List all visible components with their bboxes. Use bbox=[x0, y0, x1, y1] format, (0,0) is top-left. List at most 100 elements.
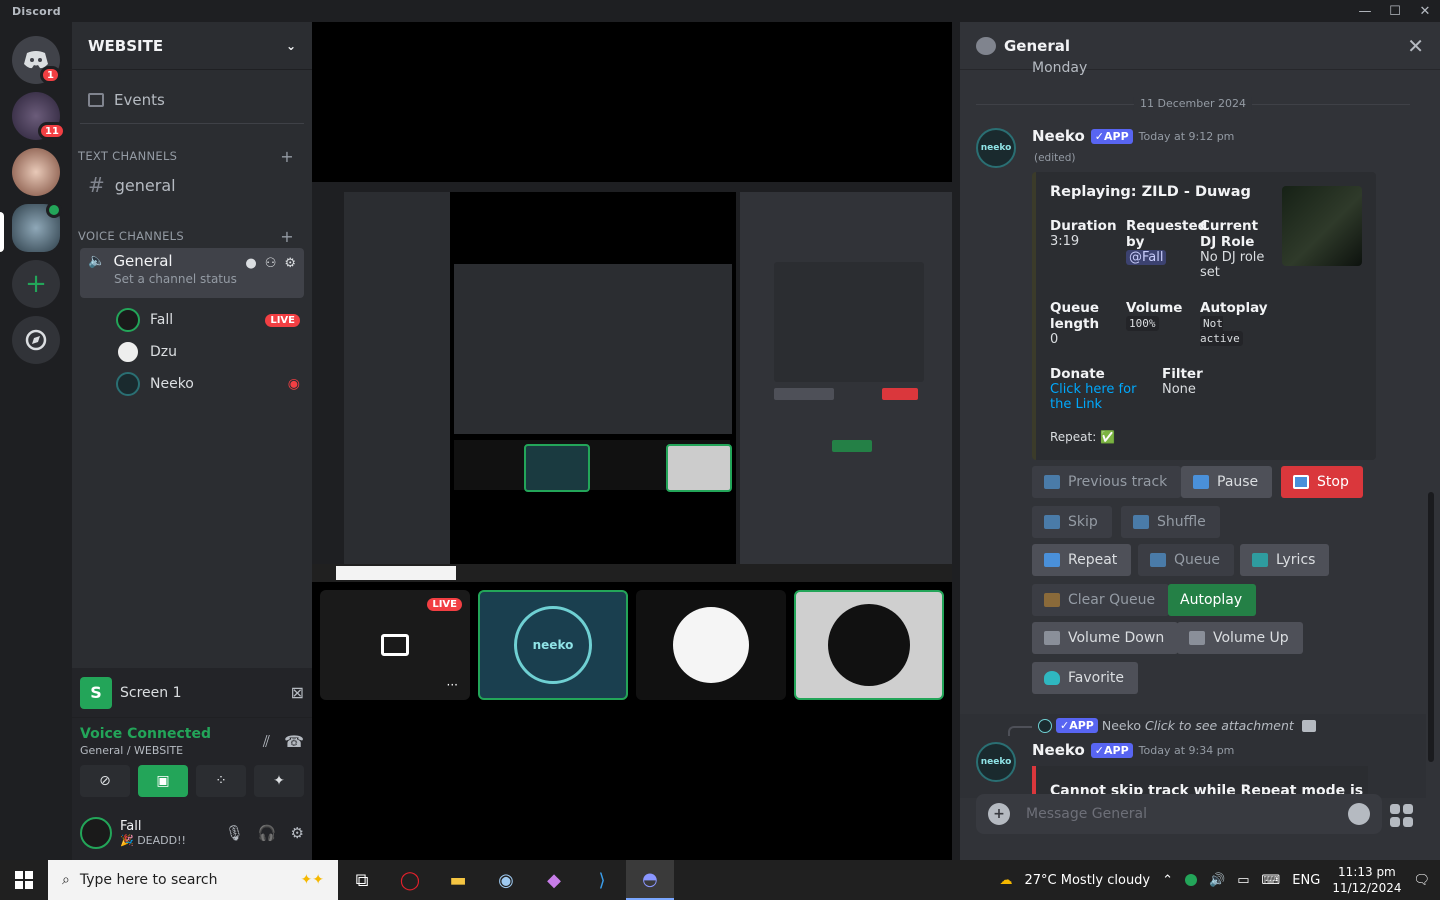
more-options-icon[interactable]: ··· bbox=[447, 678, 458, 692]
invite-icon[interactable]: ⚇ bbox=[265, 256, 277, 271]
lyrics-button[interactable]: Lyrics bbox=[1240, 544, 1330, 576]
maximize-button[interactable]: ☐ bbox=[1380, 0, 1410, 22]
channel-status[interactable]: Set a channel status bbox=[114, 272, 296, 286]
volume-icon[interactable]: 🔊 bbox=[1209, 873, 1225, 888]
camera-off-button[interactable]: ⊘ bbox=[80, 765, 130, 797]
message-author[interactable]: Neeko bbox=[1032, 741, 1085, 759]
message-avatar[interactable]: neeko bbox=[976, 742, 1016, 782]
music-embed: Replaying: ZILD - Duwag Duration 3:19 Re… bbox=[1032, 172, 1376, 460]
message-avatar[interactable]: neeko bbox=[976, 128, 1016, 168]
headphones-icon[interactable]: 🎧 bbox=[258, 824, 277, 842]
clear-queue-button[interactable]: Clear Queue bbox=[1032, 584, 1170, 616]
soundboard-button[interactable]: ✦ bbox=[254, 765, 304, 797]
voice-user-neeko[interactable]: Neeko ◉ bbox=[116, 368, 300, 400]
server-icon-anime[interactable] bbox=[12, 148, 60, 196]
chat-scrollbar[interactable] bbox=[1428, 492, 1434, 762]
gear-icon[interactable]: ⚙ bbox=[284, 256, 296, 271]
voice-connected-status[interactable]: Voice Connected bbox=[80, 726, 211, 742]
file-explorer-icon[interactable]: ▬ bbox=[434, 860, 482, 900]
taskbar-search[interactable]: ⌕ Type here to search ✦✦ bbox=[48, 860, 338, 900]
server-icon-website[interactable] bbox=[12, 202, 62, 252]
volume-up-button[interactable]: Volume Up bbox=[1177, 622, 1303, 654]
pause-button[interactable]: Pause bbox=[1181, 466, 1273, 498]
message-author[interactable]: Neeko bbox=[1032, 127, 1085, 145]
events-link[interactable]: Events bbox=[80, 76, 304, 124]
activities-button[interactable]: ⁘ bbox=[196, 765, 246, 797]
stream-tile-fall[interactable]: LIVE ··· bbox=[320, 590, 470, 700]
weather-text[interactable]: 27°C Mostly cloudy bbox=[1025, 873, 1151, 888]
field-title: Autoplay bbox=[1200, 300, 1268, 316]
reply-preview[interactable]: ✓APP Neeko Click to see attachment bbox=[1038, 718, 1316, 733]
stream-video[interactable] bbox=[312, 182, 952, 582]
voice-user-fall[interactable]: Fall LIVE bbox=[116, 304, 300, 336]
date-divider-label: 11 December 2024 bbox=[1133, 97, 1253, 110]
voice-channel-general[interactable]: 🔈 General Set a channel status ● ⚇ ⚙ bbox=[80, 248, 304, 298]
autoplay-button[interactable]: Autoplay bbox=[1168, 584, 1257, 616]
close-window-button[interactable]: ✕ bbox=[1410, 0, 1440, 22]
chat-bubble-icon[interactable]: ● bbox=[245, 256, 256, 271]
add-attachment-icon[interactable]: + bbox=[988, 803, 1010, 825]
start-button[interactable] bbox=[0, 860, 48, 900]
field-title: Current DJ Role bbox=[1200, 218, 1259, 250]
apps-icon[interactable] bbox=[1390, 804, 1413, 827]
speaker-icon: 🔈 bbox=[88, 253, 106, 269]
field-title: Queue length bbox=[1050, 300, 1100, 332]
favorite-button[interactable]: Favorite bbox=[1032, 662, 1138, 694]
add-channel-icon[interactable]: + bbox=[280, 227, 294, 246]
explore-servers-button[interactable] bbox=[12, 316, 60, 364]
direct-messages-button[interactable]: 1 bbox=[12, 36, 61, 84]
screen-share-icon bbox=[381, 634, 409, 656]
user-mention[interactable]: @Fall bbox=[1126, 250, 1167, 265]
voice-user-dzu[interactable]: Dzu bbox=[116, 336, 300, 368]
minimize-button[interactable]: — bbox=[1350, 0, 1380, 22]
stream-tile-neeko[interactable]: neeko bbox=[478, 590, 628, 700]
opera-icon[interactable]: ◯ bbox=[386, 860, 434, 900]
language-indicator[interactable]: ENG bbox=[1292, 873, 1320, 888]
stop-stream-icon[interactable]: ⊠ bbox=[291, 683, 304, 702]
microphone-icon[interactable]: 🎙 bbox=[225, 824, 244, 842]
queue-button[interactable]: Queue bbox=[1138, 544, 1234, 576]
discord-taskbar-icon[interactable]: ◓ bbox=[626, 860, 674, 900]
emoji-icon[interactable] bbox=[1348, 803, 1370, 825]
window-titlebar: Discord — ☐ ✕ bbox=[0, 0, 1440, 22]
previous-track-button[interactable]: Previous track bbox=[1032, 466, 1182, 498]
steam-icon[interactable]: ◉ bbox=[482, 860, 530, 900]
clock[interactable]: 11:13 pm 11/12/2024 bbox=[1332, 864, 1401, 896]
weather-icon[interactable]: ☁ bbox=[1000, 873, 1013, 888]
add-channel-icon[interactable]: + bbox=[280, 147, 294, 166]
channel-general[interactable]: # general bbox=[80, 168, 304, 202]
chevron-up-icon[interactable]: ⌃ bbox=[1162, 873, 1173, 888]
stream-tile-dzu[interactable] bbox=[636, 590, 786, 700]
disconnect-icon[interactable]: ☎ bbox=[284, 732, 304, 757]
server-icon-group[interactable]: 11 bbox=[12, 92, 66, 140]
add-server-icon[interactable]: + bbox=[12, 260, 60, 308]
stream-stage[interactable]: LIVE ··· neeko bbox=[312, 22, 952, 860]
track-thumbnail[interactable] bbox=[1282, 186, 1362, 266]
shuffle-button[interactable]: Shuffle bbox=[1121, 506, 1220, 538]
copilot-icon[interactable]: ◆ bbox=[530, 860, 578, 900]
task-view-icon[interactable]: ⧉ bbox=[338, 860, 386, 900]
gear-icon[interactable]: ⚙ bbox=[291, 824, 304, 842]
close-icon[interactable]: ✕ bbox=[1407, 34, 1424, 58]
donate-link[interactable]: Click here for the Link bbox=[1050, 382, 1158, 412]
notification-icon[interactable]: 🗨 bbox=[1413, 873, 1430, 888]
guild-header[interactable]: WEBSITE ⌄ bbox=[72, 22, 312, 70]
voice-channels-category[interactable]: VOICE CHANNELS + bbox=[72, 224, 312, 248]
field-value: 3:19 bbox=[1050, 234, 1080, 249]
noise-suppression-icon[interactable]: ⫽ bbox=[263, 732, 270, 757]
screen-name: Screen 1 bbox=[120, 684, 182, 701]
message-input[interactable]: + Message General bbox=[976, 794, 1382, 834]
volume-down-button[interactable]: Volume Down bbox=[1032, 622, 1179, 654]
skip-button[interactable]: Skip bbox=[1032, 506, 1112, 538]
screen-share-button[interactable]: ▣ bbox=[138, 765, 188, 797]
network-icon[interactable]: ▭ bbox=[1237, 873, 1249, 888]
user-avatar[interactable] bbox=[80, 817, 112, 849]
stream-tile-user4[interactable] bbox=[794, 590, 944, 700]
dzu-avatar bbox=[673, 607, 749, 683]
repeat-button[interactable]: Repeat bbox=[1032, 544, 1132, 576]
stop-button[interactable]: Stop bbox=[1281, 466, 1363, 498]
keyboard-icon[interactable]: ⌨ bbox=[1262, 873, 1281, 888]
text-channels-category[interactable]: TEXT CHANNELS + bbox=[72, 144, 312, 168]
vscode-icon[interactable]: ⟩ bbox=[578, 860, 626, 900]
compass-icon bbox=[25, 329, 47, 351]
